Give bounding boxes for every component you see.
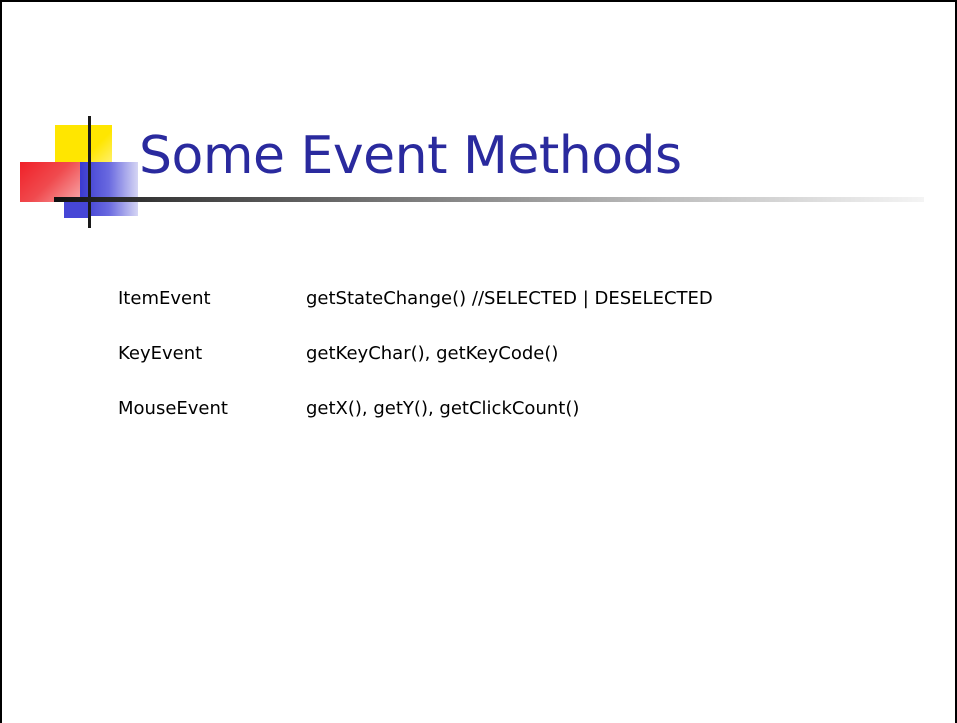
slide: Some Event Methods ItemEvent getStateCha…	[0, 0, 957, 723]
title-underline	[54, 197, 924, 202]
blue-block-icon	[64, 202, 90, 218]
event-name: KeyEvent	[118, 343, 203, 364]
slide-title: Some Event Methods	[139, 126, 682, 186]
event-methods: getStateChange() //SELECTED | DESELECTED	[306, 288, 713, 309]
red-square-icon	[20, 162, 80, 202]
colored-squares-logo-icon	[2, 2, 162, 242]
event-name: ItemEvent	[118, 288, 211, 309]
vertical-divider	[88, 116, 91, 228]
event-name: MouseEvent	[118, 398, 228, 419]
event-methods: getKeyChar(), getKeyCode()	[306, 343, 559, 364]
event-methods: getX(), getY(), getClickCount()	[306, 398, 580, 419]
